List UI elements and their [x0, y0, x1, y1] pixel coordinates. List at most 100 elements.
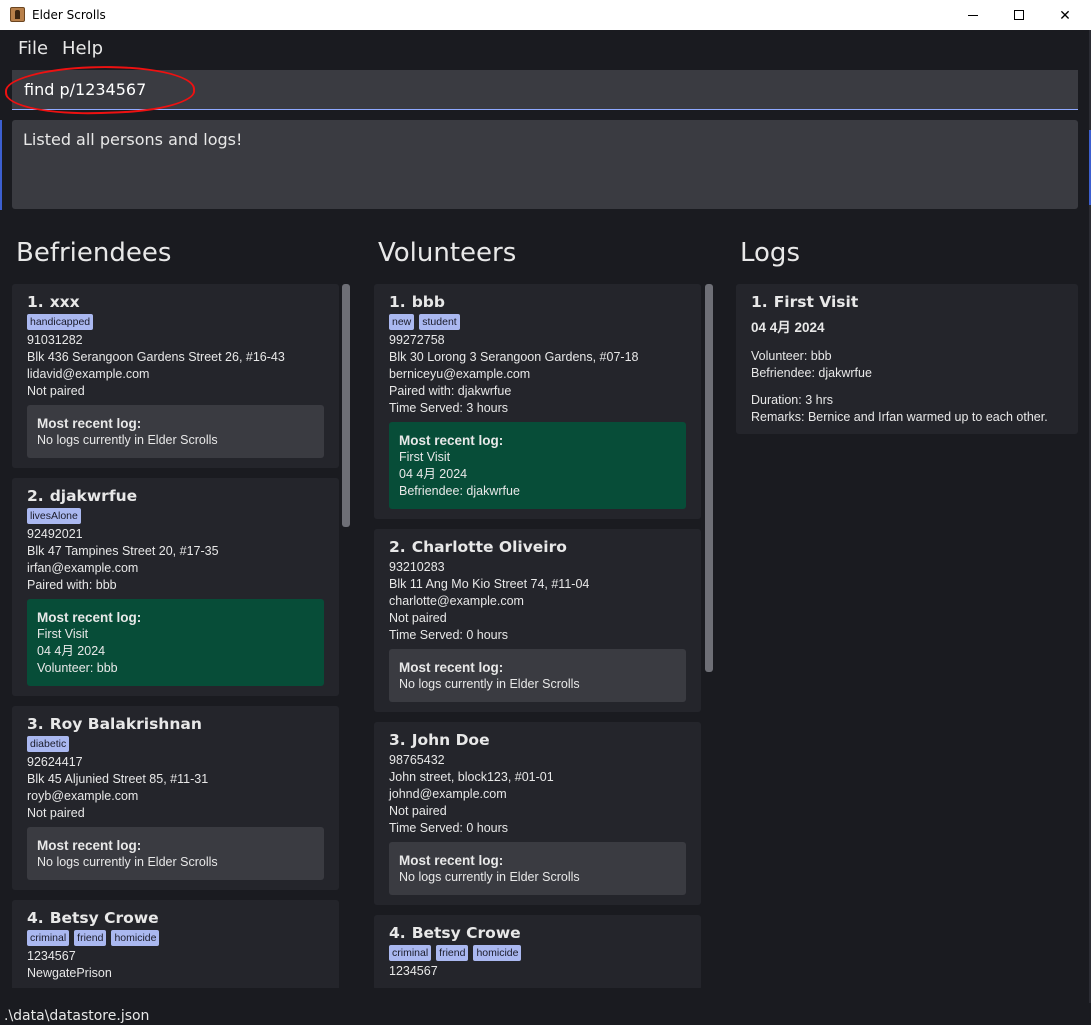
tag: criminal: [389, 945, 432, 961]
window-title: Elder Scrolls: [32, 8, 106, 22]
most-recent-log-line: No logs currently in Elder Scrolls: [37, 433, 218, 447]
app-icon: [10, 7, 25, 22]
logs-heading: Logs: [740, 238, 800, 268]
person-pairing: Not paired: [27, 384, 85, 398]
card-index: 2.: [27, 487, 44, 505]
tag: friend: [436, 945, 469, 961]
most-recent-log-line: No logs currently in Elder Scrolls: [399, 870, 580, 884]
log-date: 04 4月 2024: [751, 320, 825, 335]
tag: new: [389, 314, 415, 330]
befriendee-card[interactable]: 2. djakwrfue livesAlone 92492021 Blk 47 Tamp…: [12, 478, 339, 696]
log-duration: Duration: 3 hrs: [751, 393, 833, 407]
most-recent-log-line: First Visit: [399, 450, 451, 464]
person-phone: 99272758: [389, 333, 445, 347]
maximize-icon: [1014, 10, 1024, 20]
volunteers-heading: Volunteers: [378, 238, 517, 268]
person-pairing: Paired with: bbb: [27, 578, 117, 592]
window-edge-highlight: [0, 120, 2, 210]
person-email: royb@example.com: [27, 789, 139, 803]
befriendee-scrollbar[interactable]: [342, 284, 350, 527]
tag-list: criminal friend homicide: [389, 945, 686, 961]
card-index: 2.: [389, 538, 406, 556]
person-phone: 92492021: [27, 527, 83, 541]
befriendee-card[interactable]: 4. Betsy Crowe criminal friend homicide 12345…: [12, 900, 339, 988]
tag-list: diabetic: [27, 736, 324, 752]
tag-list: livesAlone: [27, 508, 324, 524]
person-pairing: Paired with: djakwrfue: [389, 384, 512, 398]
volunteer-list[interactable]: 1. bbb new student 99272758 Blk 30 Lorong 3 S…: [374, 284, 701, 988]
person-address: Blk 47 Tampines Street 20, #17-35: [27, 544, 219, 558]
close-icon: ✕: [1059, 6, 1071, 23]
menu-file[interactable]: File: [18, 38, 48, 59]
person-email: johnd@example.com: [389, 787, 507, 801]
person-name-text: John Doe: [411, 731, 490, 749]
volunteer-card[interactable]: 3. John Doe 98765432 John street, block123,…: [374, 722, 701, 905]
volunteer-card[interactable]: 4. Betsy Crowe criminal friend homicide 12345…: [374, 915, 701, 988]
person-name-text: djakwrfue: [49, 487, 138, 505]
person-address: Blk 11 Ang Mo Kio Street 74, #11-04: [389, 577, 590, 591]
minimize-icon: [968, 14, 978, 16]
most-recent-log-label: Most recent log:: [37, 610, 142, 625]
person-pairing: Not paired: [389, 804, 447, 818]
most-recent-log: Most recent log: No logs currently in Eld…: [389, 842, 686, 895]
person-time-served: Time Served: 0 hours: [389, 628, 509, 642]
person-email: berniceyu@example.com: [389, 367, 531, 381]
card-index: 4.: [389, 924, 406, 942]
most-recent-log-label: Most recent log:: [399, 433, 504, 448]
most-recent-log-label: Most recent log:: [399, 853, 504, 868]
card-index: 3.: [389, 731, 406, 749]
volunteer-card[interactable]: 1. bbb new student 99272758 Blk 30 Lorong 3 S…: [374, 284, 701, 519]
log-spacer: [751, 382, 1063, 392]
befriendee-list[interactable]: 1. xxx handicapped 91031282 Blk 436 Serangoo…: [12, 284, 339, 988]
befriendee-card[interactable]: 1. xxx handicapped 91031282 Blk 436 Serangoo…: [12, 284, 339, 468]
card-index: 3.: [27, 715, 44, 733]
person-email: lidavid@example.com: [27, 367, 150, 381]
person-email: irfan@example.com: [27, 561, 139, 575]
person-phone: 92624417: [27, 755, 83, 769]
most-recent-log: Most recent log: No logs currently in Eld…: [27, 405, 324, 458]
person-name: 4. Betsy Crowe: [27, 909, 324, 927]
person-name-text: xxx: [49, 293, 80, 311]
person-name-text: Betsy Crowe: [411, 924, 521, 942]
minimize-button[interactable]: [950, 0, 996, 30]
person-name-text: Roy Balakrishnan: [49, 715, 202, 733]
log-title: 1. First Visit: [751, 293, 1063, 311]
volunteer-scrollbar[interactable]: [705, 284, 713, 672]
tag: friend: [74, 930, 107, 946]
person-address: Blk 436 Serangoon Gardens Street 26, #16…: [27, 350, 285, 364]
log-card[interactable]: 1. First Visit 04 4月 2024 Volunteer: bbb Bef…: [736, 284, 1078, 434]
most-recent-log-line: Befriendee: djakwrfue: [399, 484, 520, 498]
close-button[interactable]: ✕: [1042, 0, 1088, 30]
most-recent-log: Most recent log: First Visit 04 4月 2024 Bef…: [389, 422, 686, 509]
result-text: Listed all persons and logs!: [23, 130, 243, 149]
person-pairing: Not paired: [27, 806, 85, 820]
most-recent-log-label: Most recent log:: [399, 660, 504, 675]
card-index: 1.: [27, 293, 44, 311]
person-phone: 1234567: [389, 964, 438, 978]
befriendees-heading: Befriendees: [16, 238, 172, 268]
menu-help[interactable]: Help: [62, 38, 103, 59]
maximize-button[interactable]: [996, 0, 1042, 30]
tag: homicide: [473, 945, 522, 961]
tag: handicapped: [27, 314, 94, 330]
tag: homicide: [111, 930, 160, 946]
person-address: John street, block123, #01-01: [389, 770, 554, 784]
person-name: 2. djakwrfue: [27, 487, 324, 505]
most-recent-log-line: No logs currently in Elder Scrolls: [399, 677, 580, 691]
person-address: NewgatePrison: [27, 966, 112, 980]
person-name: 3. John Doe: [389, 731, 686, 749]
person-time-served: Time Served: 3 hours: [389, 401, 509, 415]
log-title-text: First Visit: [773, 293, 859, 311]
person-name: 1. bbb: [389, 293, 686, 311]
log-list[interactable]: 1. First Visit 04 4月 2024 Volunteer: bbb Bef…: [736, 284, 1078, 988]
person-phone: 98765432: [389, 753, 445, 767]
person-name-text: bbb: [411, 293, 445, 311]
log-index: 1.: [751, 293, 768, 311]
person-phone: 1234567: [27, 949, 76, 963]
person-name-text: Charlotte Oliveiro: [411, 538, 567, 556]
person-name: 2. Charlotte Oliveiro: [389, 538, 686, 556]
card-index: 1.: [389, 293, 406, 311]
befriendee-card[interactable]: 3. Roy Balakrishnan diabetic 92624417 Blk 45…: [12, 706, 339, 890]
volunteer-card[interactable]: 2. Charlotte Oliveiro 93210283 Blk 11 Ang M…: [374, 529, 701, 712]
person-name-text: Betsy Crowe: [49, 909, 159, 927]
